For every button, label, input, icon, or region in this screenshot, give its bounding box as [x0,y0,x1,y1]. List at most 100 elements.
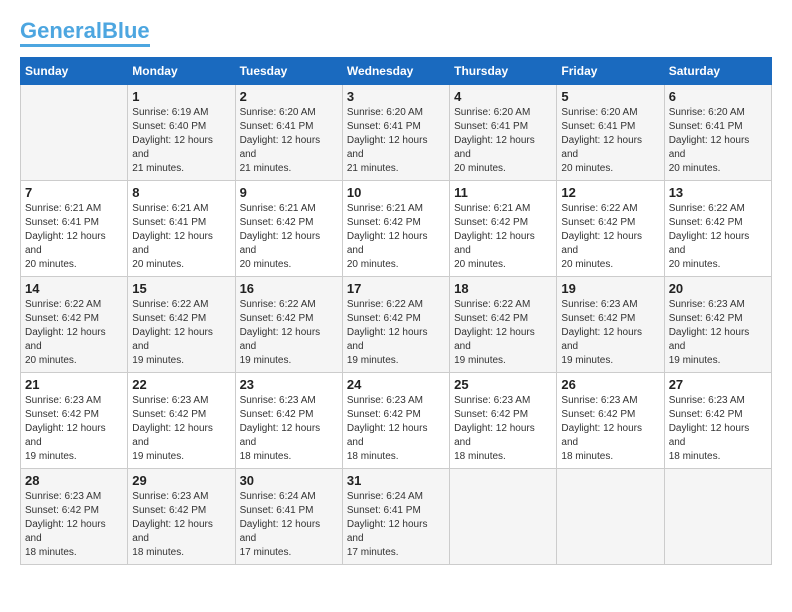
calendar-cell: 3 Sunrise: 6:20 AM Sunset: 6:41 PM Dayli… [342,85,449,181]
day-info: Sunrise: 6:21 AM Sunset: 6:41 PM Dayligh… [132,202,230,272]
day-number: 30 [240,473,338,488]
calendar-cell: 10 Sunrise: 6:21 AM Sunset: 6:42 PM Dayl… [342,181,449,277]
day-number: 4 [454,89,552,104]
day-info: Sunrise: 6:21 AM Sunset: 6:42 PM Dayligh… [454,202,552,272]
day-info: Sunrise: 6:24 AM Sunset: 6:41 PM Dayligh… [347,490,445,560]
calendar-cell: 4 Sunrise: 6:20 AM Sunset: 6:41 PM Dayli… [450,85,557,181]
day-number: 10 [347,185,445,200]
header-row: SundayMondayTuesdayWednesdayThursdayFrid… [21,58,772,85]
day-info: Sunrise: 6:20 AM Sunset: 6:41 PM Dayligh… [347,106,445,176]
day-info: Sunrise: 6:20 AM Sunset: 6:41 PM Dayligh… [561,106,659,176]
day-info: Sunrise: 6:22 AM Sunset: 6:42 PM Dayligh… [454,298,552,368]
calendar-cell [21,85,128,181]
calendar-cell: 20 Sunrise: 6:23 AM Sunset: 6:42 PM Dayl… [664,277,771,373]
calendar-cell: 28 Sunrise: 6:23 AM Sunset: 6:42 PM Dayl… [21,469,128,565]
header-day: Saturday [664,58,771,85]
calendar-cell: 16 Sunrise: 6:22 AM Sunset: 6:42 PM Dayl… [235,277,342,373]
calendar-cell: 22 Sunrise: 6:23 AM Sunset: 6:42 PM Dayl… [128,373,235,469]
calendar-cell [450,469,557,565]
day-info: Sunrise: 6:22 AM Sunset: 6:42 PM Dayligh… [669,202,767,272]
calendar-week-row: 7 Sunrise: 6:21 AM Sunset: 6:41 PM Dayli… [21,181,772,277]
day-info: Sunrise: 6:23 AM Sunset: 6:42 PM Dayligh… [132,490,230,560]
logo-blue: Blue [102,18,150,43]
calendar-cell: 12 Sunrise: 6:22 AM Sunset: 6:42 PM Dayl… [557,181,664,277]
day-number: 15 [132,281,230,296]
calendar-week-row: 21 Sunrise: 6:23 AM Sunset: 6:42 PM Dayl… [21,373,772,469]
header-day: Friday [557,58,664,85]
day-number: 16 [240,281,338,296]
day-info: Sunrise: 6:22 AM Sunset: 6:42 PM Dayligh… [240,298,338,368]
day-number: 27 [669,377,767,392]
logo-general: General [20,18,102,43]
day-info: Sunrise: 6:23 AM Sunset: 6:42 PM Dayligh… [25,394,123,464]
header-day: Sunday [21,58,128,85]
calendar-cell [557,469,664,565]
day-info: Sunrise: 6:23 AM Sunset: 6:42 PM Dayligh… [669,298,767,368]
calendar-cell: 17 Sunrise: 6:22 AM Sunset: 6:42 PM Dayl… [342,277,449,373]
day-number: 13 [669,185,767,200]
calendar-cell: 31 Sunrise: 6:24 AM Sunset: 6:41 PM Dayl… [342,469,449,565]
calendar-cell: 15 Sunrise: 6:22 AM Sunset: 6:42 PM Dayl… [128,277,235,373]
calendar-cell: 8 Sunrise: 6:21 AM Sunset: 6:41 PM Dayli… [128,181,235,277]
day-info: Sunrise: 6:20 AM Sunset: 6:41 PM Dayligh… [669,106,767,176]
calendar-cell: 6 Sunrise: 6:20 AM Sunset: 6:41 PM Dayli… [664,85,771,181]
day-number: 3 [347,89,445,104]
calendar-cell [664,469,771,565]
page-header: GeneralBlue [20,20,772,47]
day-info: Sunrise: 6:23 AM Sunset: 6:42 PM Dayligh… [561,394,659,464]
calendar-cell: 26 Sunrise: 6:23 AM Sunset: 6:42 PM Dayl… [557,373,664,469]
day-number: 12 [561,185,659,200]
header-day: Thursday [450,58,557,85]
day-number: 7 [25,185,123,200]
calendar-cell: 23 Sunrise: 6:23 AM Sunset: 6:42 PM Dayl… [235,373,342,469]
calendar-cell: 14 Sunrise: 6:22 AM Sunset: 6:42 PM Dayl… [21,277,128,373]
day-info: Sunrise: 6:23 AM Sunset: 6:42 PM Dayligh… [347,394,445,464]
day-info: Sunrise: 6:22 AM Sunset: 6:42 PM Dayligh… [347,298,445,368]
day-number: 31 [347,473,445,488]
day-info: Sunrise: 6:24 AM Sunset: 6:41 PM Dayligh… [240,490,338,560]
calendar-table: SundayMondayTuesdayWednesdayThursdayFrid… [20,57,772,565]
day-number: 29 [132,473,230,488]
day-number: 20 [669,281,767,296]
calendar-cell: 21 Sunrise: 6:23 AM Sunset: 6:42 PM Dayl… [21,373,128,469]
calendar-week-row: 14 Sunrise: 6:22 AM Sunset: 6:42 PM Dayl… [21,277,772,373]
day-info: Sunrise: 6:23 AM Sunset: 6:42 PM Dayligh… [454,394,552,464]
calendar-cell: 7 Sunrise: 6:21 AM Sunset: 6:41 PM Dayli… [21,181,128,277]
calendar-week-row: 1 Sunrise: 6:19 AM Sunset: 6:40 PM Dayli… [21,85,772,181]
day-number: 18 [454,281,552,296]
day-number: 21 [25,377,123,392]
day-number: 11 [454,185,552,200]
calendar-week-row: 28 Sunrise: 6:23 AM Sunset: 6:42 PM Dayl… [21,469,772,565]
day-number: 2 [240,89,338,104]
day-number: 9 [240,185,338,200]
day-info: Sunrise: 6:22 AM Sunset: 6:42 PM Dayligh… [561,202,659,272]
day-number: 17 [347,281,445,296]
day-info: Sunrise: 6:20 AM Sunset: 6:41 PM Dayligh… [240,106,338,176]
day-info: Sunrise: 6:23 AM Sunset: 6:42 PM Dayligh… [240,394,338,464]
calendar-body: 1 Sunrise: 6:19 AM Sunset: 6:40 PM Dayli… [21,85,772,565]
day-number: 5 [561,89,659,104]
day-number: 22 [132,377,230,392]
day-info: Sunrise: 6:21 AM Sunset: 6:42 PM Dayligh… [347,202,445,272]
day-number: 1 [132,89,230,104]
day-info: Sunrise: 6:23 AM Sunset: 6:42 PM Dayligh… [132,394,230,464]
day-number: 6 [669,89,767,104]
day-info: Sunrise: 6:20 AM Sunset: 6:41 PM Dayligh… [454,106,552,176]
day-info: Sunrise: 6:23 AM Sunset: 6:42 PM Dayligh… [669,394,767,464]
day-info: Sunrise: 6:23 AM Sunset: 6:42 PM Dayligh… [25,490,123,560]
day-number: 24 [347,377,445,392]
calendar-cell: 5 Sunrise: 6:20 AM Sunset: 6:41 PM Dayli… [557,85,664,181]
day-info: Sunrise: 6:22 AM Sunset: 6:42 PM Dayligh… [25,298,123,368]
day-number: 26 [561,377,659,392]
header-day: Tuesday [235,58,342,85]
header-day: Monday [128,58,235,85]
header-day: Wednesday [342,58,449,85]
calendar-cell: 24 Sunrise: 6:23 AM Sunset: 6:42 PM Dayl… [342,373,449,469]
day-info: Sunrise: 6:23 AM Sunset: 6:42 PM Dayligh… [561,298,659,368]
day-info: Sunrise: 6:21 AM Sunset: 6:42 PM Dayligh… [240,202,338,272]
calendar-header: SundayMondayTuesdayWednesdayThursdayFrid… [21,58,772,85]
day-number: 25 [454,377,552,392]
calendar-cell: 2 Sunrise: 6:20 AM Sunset: 6:41 PM Dayli… [235,85,342,181]
calendar-cell: 25 Sunrise: 6:23 AM Sunset: 6:42 PM Dayl… [450,373,557,469]
logo-underline [20,44,150,47]
